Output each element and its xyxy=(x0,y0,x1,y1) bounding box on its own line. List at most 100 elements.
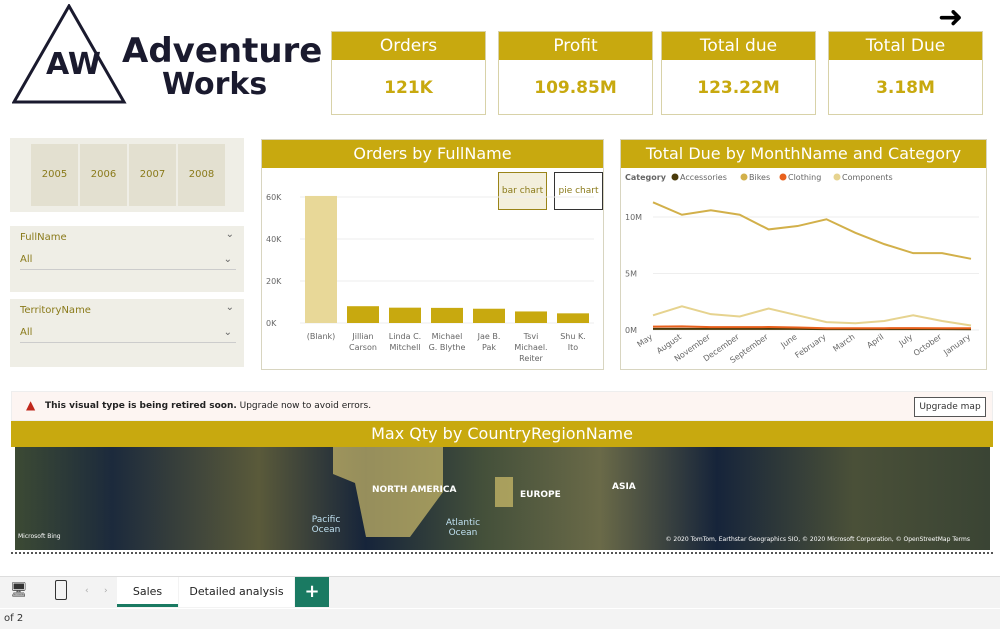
kpi-value: 109.85M xyxy=(534,78,617,98)
mobile-view-icon[interactable] xyxy=(55,580,67,600)
x-tick-label: (Blank) xyxy=(307,332,336,341)
kpi-label: Total Due xyxy=(829,32,982,60)
y-tick-label: 5M xyxy=(625,270,637,279)
bar xyxy=(347,306,379,323)
europe-highlight[interactable] xyxy=(495,477,513,507)
territory-slicer: TerritoryName ⌄ All ⌄ xyxy=(10,299,244,367)
x-tick-label: January xyxy=(941,332,972,357)
desktop-view-icon[interactable]: 🖥 xyxy=(10,582,28,598)
y-tick-label: 0M xyxy=(625,326,637,335)
kpi-profit: Profit 109.85M xyxy=(498,31,653,115)
y-tick-label: 10M xyxy=(625,213,642,222)
fullname-slicer: FullName ⌄ All ⌄ xyxy=(10,226,244,292)
slicer-label: TerritoryName xyxy=(20,305,91,316)
legend-marker xyxy=(740,173,748,181)
warning-bold: This visual type is being retired soon. xyxy=(45,401,237,411)
series-line-bikes xyxy=(652,201,972,260)
upgrade-map-button[interactable]: Upgrade map xyxy=(914,397,986,417)
bar-plot: 0K 20K 40K 60K (Blank) Jillian Carson Linda C. M… xyxy=(266,193,594,363)
next-page-icon[interactable]: › xyxy=(104,586,108,596)
x-tick-label: Tsvi Michael. Reiter xyxy=(514,332,547,363)
fullname-dropdown[interactable]: All ⌄ xyxy=(20,250,236,270)
y-tick-label: 60K xyxy=(266,193,282,202)
x-tick-label: Jae B. Pak xyxy=(477,332,501,352)
map-label: EUROPE xyxy=(520,490,561,500)
map-attribution[interactable]: © 2020 TomTom, Earthstar Geographics SIO… xyxy=(666,536,971,543)
x-tick-label: February xyxy=(793,332,827,360)
bar xyxy=(557,313,589,323)
map-label: Pacific Ocean xyxy=(311,515,341,535)
year-2007[interactable]: 2007 xyxy=(129,144,176,206)
slicer-label: FullName xyxy=(20,232,67,243)
add-page-button[interactable]: + xyxy=(295,577,329,607)
page-indicator: of 2 xyxy=(4,613,24,624)
line-plot: Category Accessories Bikes Clothing Componen… xyxy=(625,173,979,365)
forward-arrow-icon[interactable]: ➜ xyxy=(938,0,963,35)
legend-label: Bikes xyxy=(749,173,770,182)
kpi-label: Profit xyxy=(499,32,652,60)
bar xyxy=(389,307,421,323)
bar xyxy=(305,195,337,323)
chevron-down-icon: ⌄ xyxy=(223,254,232,265)
legend-marker xyxy=(671,173,679,181)
legend-label: Clothing xyxy=(788,173,821,182)
x-tick-label: July xyxy=(897,332,915,348)
adventure-works-logo: AW Adventure Works xyxy=(11,2,322,106)
warning-rest: Upgrade now to avoid errors. xyxy=(236,401,372,411)
x-tick-label: April xyxy=(865,332,885,350)
status-bar: of 2 xyxy=(0,609,1000,629)
warning-text: This visual type is being retired soon. … xyxy=(45,401,371,411)
x-tick-label: June xyxy=(778,332,798,350)
chart-title: Orders by FullName xyxy=(262,140,603,168)
chevron-down-icon[interactable]: ⌄ xyxy=(226,229,234,240)
bar xyxy=(431,307,463,323)
x-tick-label: Linda C. Mitchell xyxy=(389,332,421,352)
x-tick-label: October xyxy=(912,332,944,358)
year-slicer: 2005 2006 2007 2008 xyxy=(10,138,244,212)
map-title: Max Qty by CountryRegionName xyxy=(11,421,993,447)
prev-page-icon[interactable]: ‹ xyxy=(85,586,89,596)
warning-icon: ▲ xyxy=(26,398,36,412)
tab-detailed-analysis[interactable]: Detailed analysis xyxy=(179,577,294,607)
x-tick-label: Michael G. Blythe xyxy=(429,332,466,352)
kpi-value: 121K xyxy=(384,78,433,98)
year-2008[interactable]: 2008 xyxy=(178,144,225,206)
divider xyxy=(11,552,993,554)
series-line-components xyxy=(652,305,972,327)
year-2005[interactable]: 2005 xyxy=(31,144,78,206)
kpi-orders: Orders 121K xyxy=(331,31,486,115)
y-tick-label: 20K xyxy=(266,277,282,286)
chevron-down-icon[interactable]: ⌄ xyxy=(226,302,234,313)
y-tick-label: 40K xyxy=(266,235,282,244)
x-tick-label: March xyxy=(831,332,856,353)
kpi-total-due: Total due 123.22M xyxy=(661,31,816,115)
territory-dropdown[interactable]: All ⌄ xyxy=(20,323,236,343)
map-visual[interactable]: NORTH AMERICA EUROPE ASIA Pacific Ocean … xyxy=(15,447,990,550)
map-label: Atlantic Ocean xyxy=(445,518,481,538)
retirement-warning: ▲ This visual type is being retired soon… xyxy=(11,391,993,421)
svg-text:AW: AW xyxy=(46,47,101,82)
x-tick-label: Shu K. Ito xyxy=(560,332,586,352)
legend-label: Accessories xyxy=(680,173,727,182)
total-due-line-chart: Total Due by MonthName and Category Cate… xyxy=(620,139,987,370)
x-tick-label: Jillian Carson xyxy=(349,332,377,352)
dropdown-value: All xyxy=(20,254,33,265)
dropdown-value: All xyxy=(20,327,33,338)
legend-marker xyxy=(833,173,841,181)
kpi-value: 3.18M xyxy=(876,78,935,98)
tab-sales[interactable]: Sales xyxy=(117,577,178,607)
map-label: ASIA xyxy=(612,482,636,492)
year-2006[interactable]: 2006 xyxy=(80,144,127,206)
svg-text:Adventure: Adventure xyxy=(122,31,322,71)
kpi-label: Orders xyxy=(332,32,485,60)
legend-marker xyxy=(779,173,787,181)
orders-bar-chart: Orders by FullName bar chart pie chart 0… xyxy=(261,139,604,370)
svg-text:Works: Works xyxy=(162,67,267,102)
kpi-label: Total due xyxy=(662,32,815,60)
bing-logo: Microsoft Bing xyxy=(18,533,61,540)
map-label: NORTH AMERICA xyxy=(372,485,457,495)
bar xyxy=(515,311,547,323)
y-tick-label: 0K xyxy=(266,319,277,328)
kpi-value: 123.22M xyxy=(697,78,780,98)
bar xyxy=(473,308,505,323)
